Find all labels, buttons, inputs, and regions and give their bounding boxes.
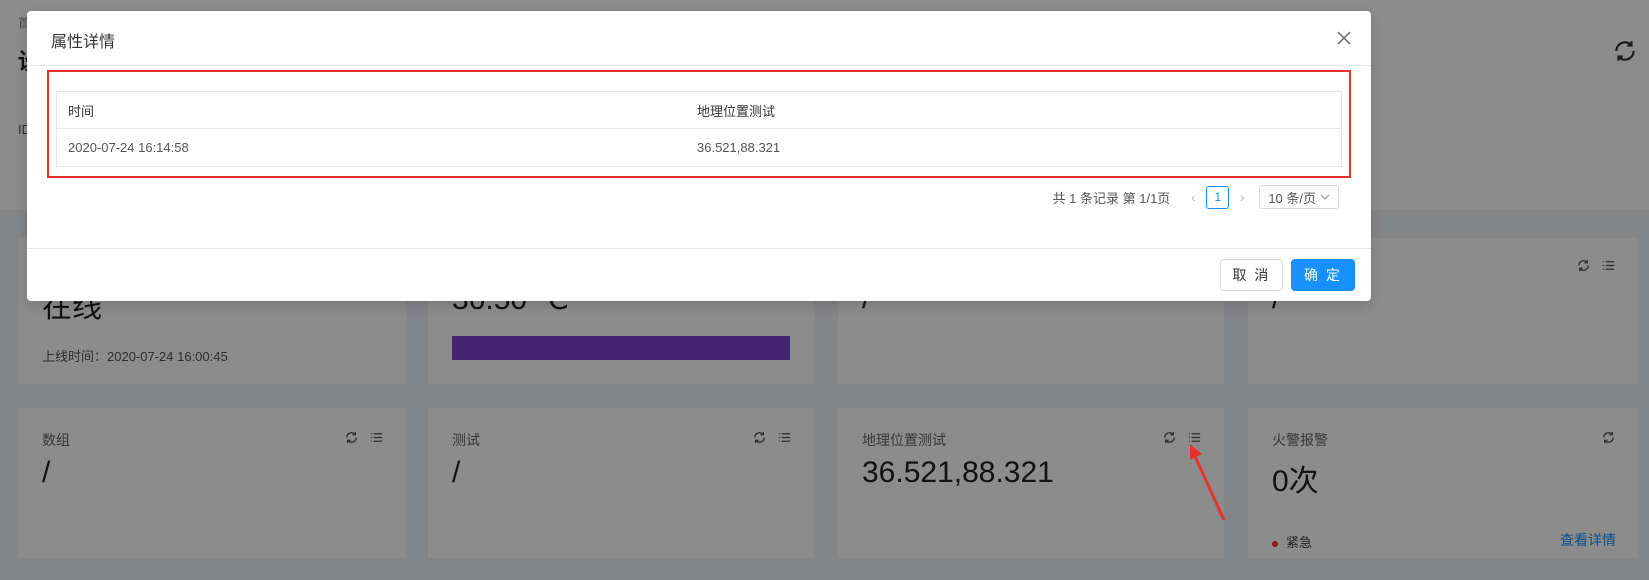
annotation-arrow-icon	[1190, 444, 1226, 521]
close-button[interactable]	[1331, 25, 1357, 51]
modal-title: 属性详情	[51, 34, 116, 51]
ok-button[interactable]: 确 定	[1291, 259, 1355, 291]
chevron-right-icon[interactable]: ›	[1233, 189, 1251, 205]
column-header-geo-location: 地理位置测试	[697, 103, 776, 119]
close-icon	[1337, 31, 1351, 45]
modal-header: 属性详情	[27, 11, 1371, 66]
pagination-total: 共 1 条记录 第 1/1页	[1052, 190, 1171, 206]
pagination: 共 1 条记录 第 1/1页 ‹ 1 › 10 条/页	[1053, 185, 1339, 209]
table-cell-time: 2020-07-24 16:14:58	[68, 140, 189, 155]
cancel-button[interactable]: 取 消	[1220, 259, 1283, 291]
table-header-row: 时间 地理位置测试	[57, 92, 1341, 129]
property-detail-modal: 属性详情 时间 地理位置测试 2020-07-24 16:14:58 36.52…	[27, 11, 1371, 301]
modal-footer: 取 消 确 定	[27, 248, 1371, 301]
page-size-value: 10 条/页	[1268, 190, 1316, 206]
chevron-down-icon	[1320, 194, 1330, 200]
page-size-select[interactable]: 10 条/页	[1259, 185, 1339, 209]
column-header-time: 时间	[68, 103, 95, 119]
chevron-left-icon[interactable]: ‹	[1184, 189, 1202, 205]
table-row: 2020-07-24 16:14:58 36.521,88.321	[57, 129, 1341, 166]
property-history-table: 时间 地理位置测试 2020-07-24 16:14:58 36.521,88.…	[56, 91, 1342, 167]
table-cell-geo-location: 36.521,88.321	[697, 140, 781, 155]
page-number-current[interactable]: 1	[1206, 185, 1230, 209]
